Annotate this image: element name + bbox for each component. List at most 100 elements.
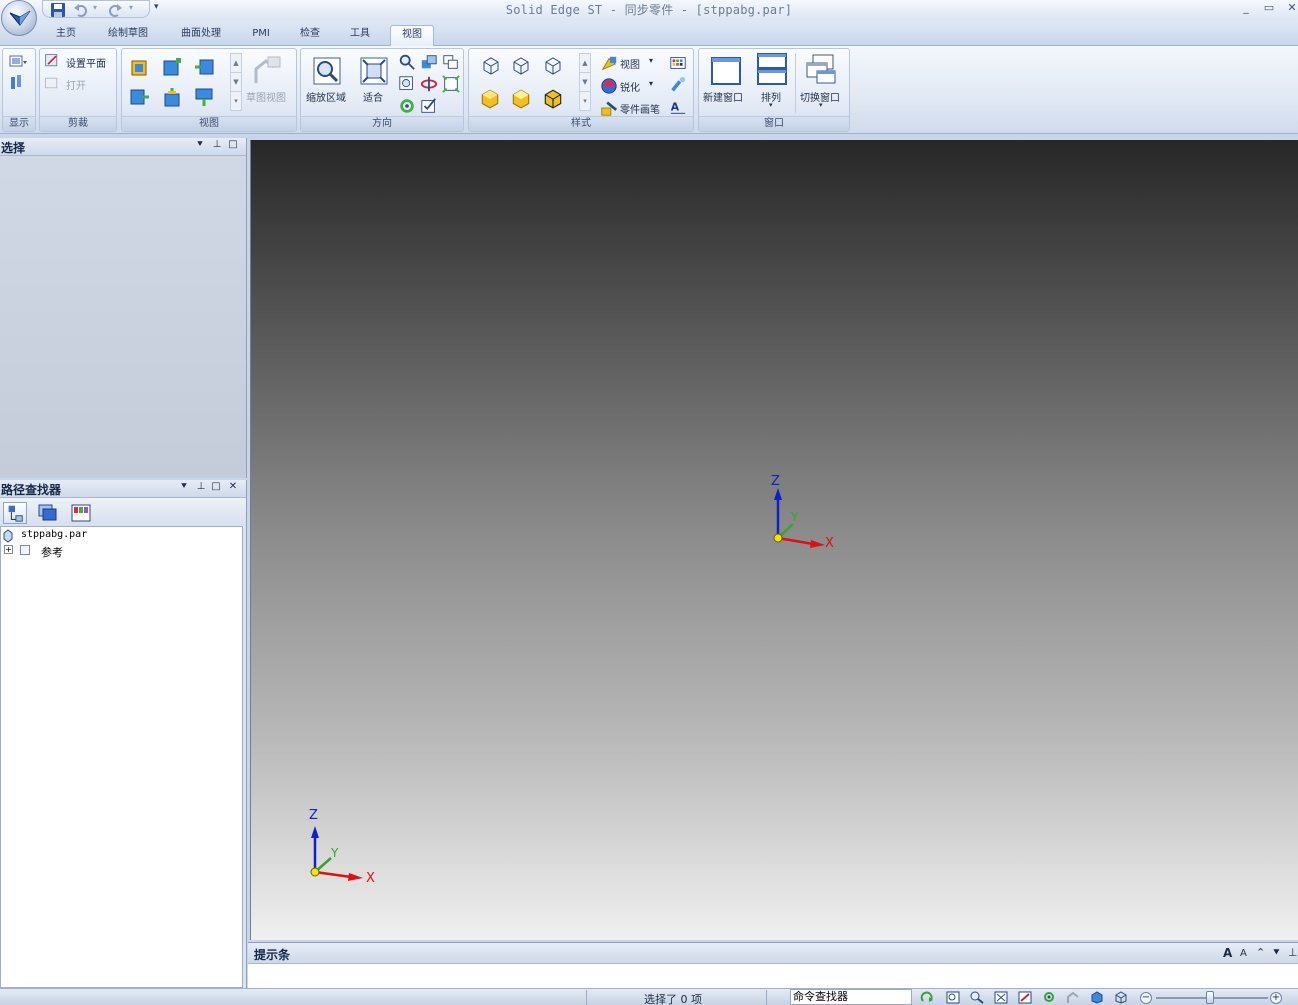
view-style-dropdown-icon[interactable]: ▾ [649, 56, 653, 65]
path-finder-title: 路径查找器 [1, 483, 62, 497]
pan-icon[interactable] [420, 53, 438, 71]
tab-home[interactable]: 主页 [48, 25, 84, 46]
scroll-up-icon[interactable]: ▲ [231, 54, 241, 73]
view-bottom-icon[interactable] [194, 87, 214, 107]
pin-icon[interactable]: ⊥ [1288, 946, 1298, 959]
expand-icon[interactable]: + [4, 545, 13, 554]
pane-maximize-icon[interactable]: □ [210, 481, 222, 492]
font-increase-button[interactable]: A [1223, 946, 1232, 960]
zoom-area-button[interactable]: 缩放区域 [306, 89, 346, 104]
lights-icon[interactable] [669, 76, 687, 94]
tab-tools[interactable]: 工具 [342, 25, 378, 46]
fit-small-icon[interactable] [994, 991, 1008, 1004]
wireframe-icon[interactable] [481, 55, 501, 75]
rotate-small-icon[interactable] [1042, 991, 1056, 1004]
display-pane-icon[interactable] [8, 53, 28, 73]
graphics-viewport[interactable]: Z Y X Z Y X [250, 140, 1298, 940]
simplify-icon[interactable] [69, 502, 93, 524]
layers-icon[interactable] [36, 502, 60, 524]
group-display-label: 显示 [3, 116, 35, 131]
named-views-icon[interactable] [420, 97, 438, 115]
scroll-down-icon[interactable]: ▼ [580, 73, 590, 92]
view-top-icon[interactable] [130, 57, 150, 77]
command-finder-input[interactable]: 命令查找器 [790, 989, 912, 1005]
zoom-area-small-icon[interactable] [946, 991, 960, 1004]
group-orient: 缩放区域 适合 方向 [300, 48, 464, 132]
zoom-icon[interactable] [398, 53, 416, 71]
previous-view-icon[interactable] [442, 53, 460, 71]
part-painter-button[interactable]: 零件画笔 [620, 101, 660, 116]
set-plane-button[interactable]: 设置平面 [66, 55, 106, 70]
switch-window-dropdown-icon[interactable]: ▾ [819, 101, 823, 109]
tab-sketch[interactable]: 绘制草图 [100, 25, 156, 46]
pane-maximize-icon[interactable]: □ [227, 139, 239, 150]
scroll-down-icon[interactable]: ▼ [231, 73, 241, 92]
view-back-icon[interactable] [162, 87, 182, 107]
application-button[interactable] [1, 0, 37, 36]
view-style-button[interactable]: 视图 [620, 56, 640, 71]
new-window-button[interactable]: 新建窗口 [703, 89, 743, 104]
view-right-icon[interactable] [194, 57, 214, 77]
rotate-icon[interactable] [398, 97, 416, 115]
tab-inspect[interactable]: 检查 [292, 25, 328, 46]
reference-planes-icon[interactable] [20, 545, 30, 555]
pane-close-icon[interactable]: ✕ [227, 481, 239, 492]
spin-about-icon[interactable] [420, 75, 438, 93]
group-clip-label: 剪裁 [40, 116, 116, 131]
font-decrease-button[interactable]: A [1240, 948, 1247, 959]
style-gallery-scroll[interactable]: ▲ ▼ ▾ [579, 53, 591, 111]
visible-edges-icon[interactable] [511, 55, 531, 75]
axis-y-label: Y [791, 510, 799, 524]
open-clip-button[interactable]: 打开 [66, 77, 86, 92]
fit-all-icon[interactable] [442, 75, 460, 93]
tree-item-part-label: stppabg.par [21, 529, 88, 540]
zoom-in-button[interactable]: + [1270, 992, 1282, 1004]
sketch-view-small-icon[interactable] [1066, 991, 1080, 1004]
view-gallery-scroll[interactable]: ▲ ▼ ▾ [230, 53, 242, 111]
pan-small-icon[interactable] [1018, 991, 1032, 1004]
sharpen-button[interactable]: 锐化 [620, 79, 640, 94]
tab-surfacing[interactable]: 曲面处理 [172, 25, 230, 46]
tab-view[interactable]: 视图 [390, 25, 434, 46]
fit-button[interactable]: 适合 [363, 89, 383, 104]
zoom-window-icon[interactable] [398, 75, 416, 93]
part-painter-icon [601, 101, 618, 116]
group-display: 显示 [2, 48, 36, 132]
hidden-edges-icon[interactable] [543, 55, 563, 75]
minimize-button[interactable]: _ [1236, 0, 1256, 16]
shaded-view-small-icon[interactable] [1090, 991, 1104, 1004]
arrange-dropdown-icon[interactable]: ▾ [769, 101, 773, 109]
shaded-with-edges-icon[interactable] [542, 87, 564, 109]
tab-pmi[interactable]: PMI [246, 25, 276, 46]
zoom-small-icon[interactable] [970, 991, 984, 1004]
pane-menu-icon[interactable]: ⯆ [194, 139, 206, 150]
pane-menu-icon[interactable]: ⯆ [178, 481, 190, 492]
ribbon-tab-row: 主页 绘制草图 曲面处理 PMI 检查 工具 视图 – ❐ ✕ [0, 20, 1298, 58]
color-manager-icon[interactable] [669, 54, 687, 72]
gallery-expand-icon[interactable]: ▾ [580, 92, 590, 111]
pin-icon[interactable]: ⊥ [195, 481, 207, 492]
sketch-view-button[interactable]: 草图视图 [246, 89, 286, 104]
group-clip: 设置平面 打开 剪裁 [39, 48, 117, 132]
shaded-icon[interactable] [479, 87, 501, 109]
display-columns-icon[interactable] [8, 73, 28, 93]
maximize-button[interactable]: ▭ [1259, 0, 1279, 16]
zoom-out-button[interactable]: − [1140, 992, 1152, 1004]
collapse-icon[interactable]: ⌃ [1256, 946, 1265, 959]
zoom-slider-thumb[interactable] [1206, 991, 1214, 1004]
pane-menu-icon[interactable]: ⯆ [1272, 946, 1281, 960]
prompt-bar-title: 提示条 [254, 948, 291, 962]
gallery-expand-icon[interactable]: ▾ [231, 92, 241, 111]
close-button[interactable]: ✕ [1282, 0, 1298, 16]
refresh-icon[interactable] [920, 991, 934, 1004]
view-left-icon[interactable] [130, 87, 150, 107]
sharpen-icon [601, 78, 617, 94]
feature-tree-icon[interactable] [3, 502, 27, 524]
wireframe-small-icon[interactable] [1114, 991, 1128, 1004]
text-style-icon[interactable]: A [669, 98, 687, 116]
pin-icon[interactable]: ⊥ [211, 139, 223, 150]
view-front-icon[interactable] [162, 57, 182, 77]
sharpen-dropdown-icon[interactable]: ▾ [649, 79, 653, 88]
smooth-shaded-icon[interactable] [510, 87, 532, 109]
scroll-up-icon[interactable]: ▲ [580, 54, 590, 73]
